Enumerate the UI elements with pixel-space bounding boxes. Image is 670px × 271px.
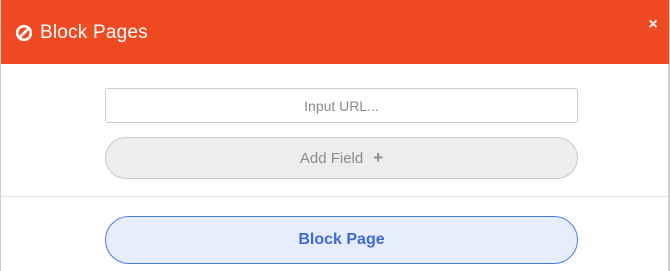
url-input[interactable]	[105, 88, 578, 123]
dialog-title-text: Block Pages	[40, 22, 148, 43]
dialog-header: Block Pages ×	[1, 0, 669, 64]
block-page-label: Block Page	[298, 231, 385, 248]
close-button[interactable]: ×	[645, 16, 661, 34]
close-icon[interactable]: ×	[648, 16, 657, 34]
block-pages-dialog: Block Pages × Add Field + Block Page	[0, 0, 670, 271]
divider	[1, 196, 669, 197]
dialog-title: Block Pages	[15, 20, 148, 46]
add-field-button[interactable]: Add Field +	[105, 137, 578, 179]
plus-icon: +	[373, 148, 384, 167]
add-field-label: Add Field	[299, 149, 364, 167]
block-icon	[15, 24, 33, 42]
block-page-button[interactable]: Block Page	[105, 216, 578, 264]
